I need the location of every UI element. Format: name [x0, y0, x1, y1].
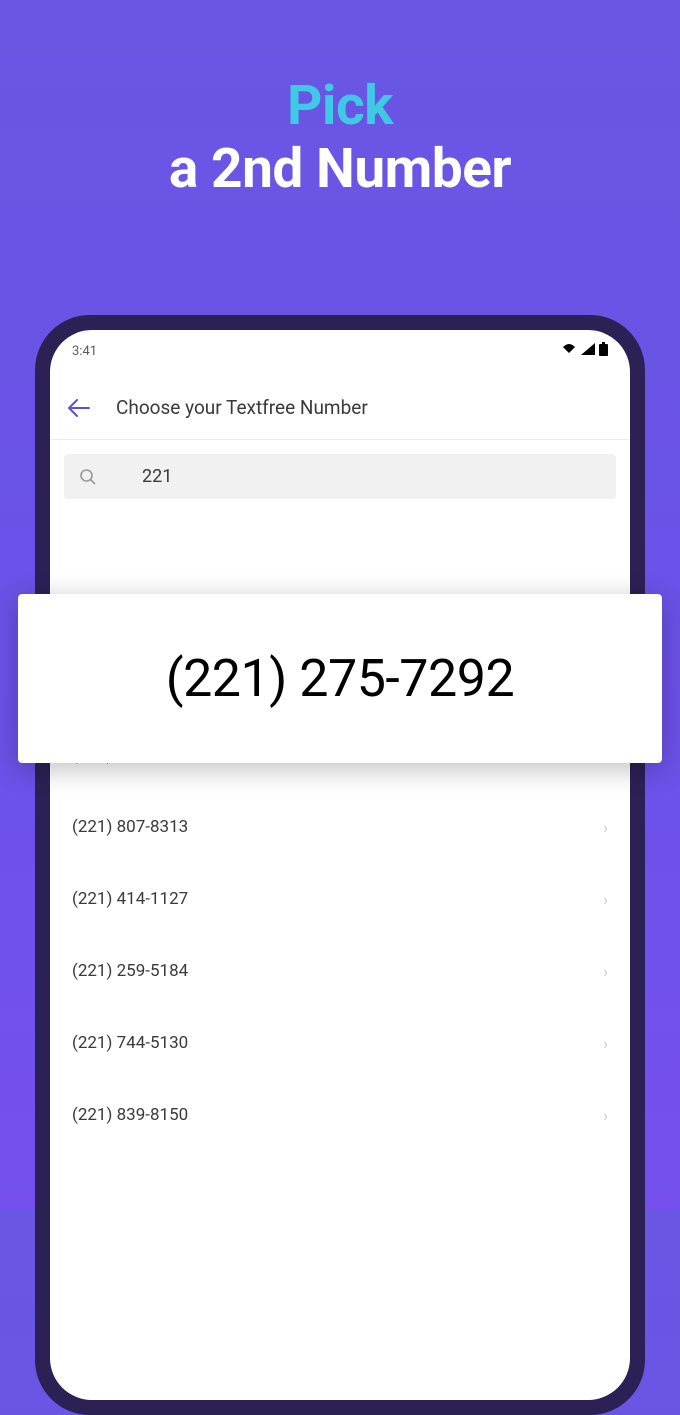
featured-number-card[interactable]: (221) 275-7292 [18, 594, 662, 763]
number-list: (221) 422-5291 › (221) 807-8313 › (221) … [50, 719, 630, 1151]
headline-line-2: a 2nd Number [0, 138, 680, 201]
search-input[interactable]: 221 [64, 454, 616, 499]
featured-number-text: (221) 275-7292 [38, 648, 642, 709]
status-icons [561, 342, 608, 360]
battery-icon [599, 342, 608, 360]
search-icon [78, 467, 98, 487]
phone-screen: 3:41 Choose your Textfree Number [50, 330, 630, 1400]
number-list-item[interactable]: (221) 414-1127 › [50, 863, 630, 935]
divider [50, 439, 630, 440]
number-list-item[interactable]: (221) 807-8313 › [50, 791, 630, 863]
arrow-left-icon [68, 399, 90, 417]
headline-line-1: Pick [0, 75, 680, 138]
number-text: (221) 414-1127 [72, 889, 188, 909]
chevron-right-icon: › [603, 962, 608, 981]
chevron-right-icon: › [603, 890, 608, 909]
app-bar: Choose your Textfree Number [50, 364, 630, 439]
chevron-right-icon: › [603, 818, 608, 837]
chevron-right-icon: › [603, 1106, 608, 1125]
marketing-headline: Pick a 2nd Number [0, 0, 680, 202]
wifi-icon [561, 343, 577, 359]
back-button[interactable] [68, 397, 90, 419]
number-text: (221) 839-8150 [72, 1105, 188, 1125]
status-time: 3:41 [72, 344, 97, 359]
number-list-item[interactable]: (221) 839-8150 › [50, 1079, 630, 1151]
number-text: (221) 807-8313 [72, 817, 188, 837]
status-bar: 3:41 [50, 330, 630, 364]
number-text: (221) 259-5184 [72, 961, 188, 981]
chevron-right-icon: › [603, 1034, 608, 1053]
number-list-item[interactable]: (221) 744-5130 › [50, 1007, 630, 1079]
search-value: 221 [142, 466, 172, 487]
number-list-item[interactable]: (221) 259-5184 › [50, 935, 630, 1007]
number-text: (221) 744-5130 [72, 1033, 188, 1053]
page-title: Choose your Textfree Number [116, 396, 368, 419]
phone-frame: 3:41 Choose your Textfree Number [35, 315, 645, 1415]
signal-icon [581, 343, 595, 359]
